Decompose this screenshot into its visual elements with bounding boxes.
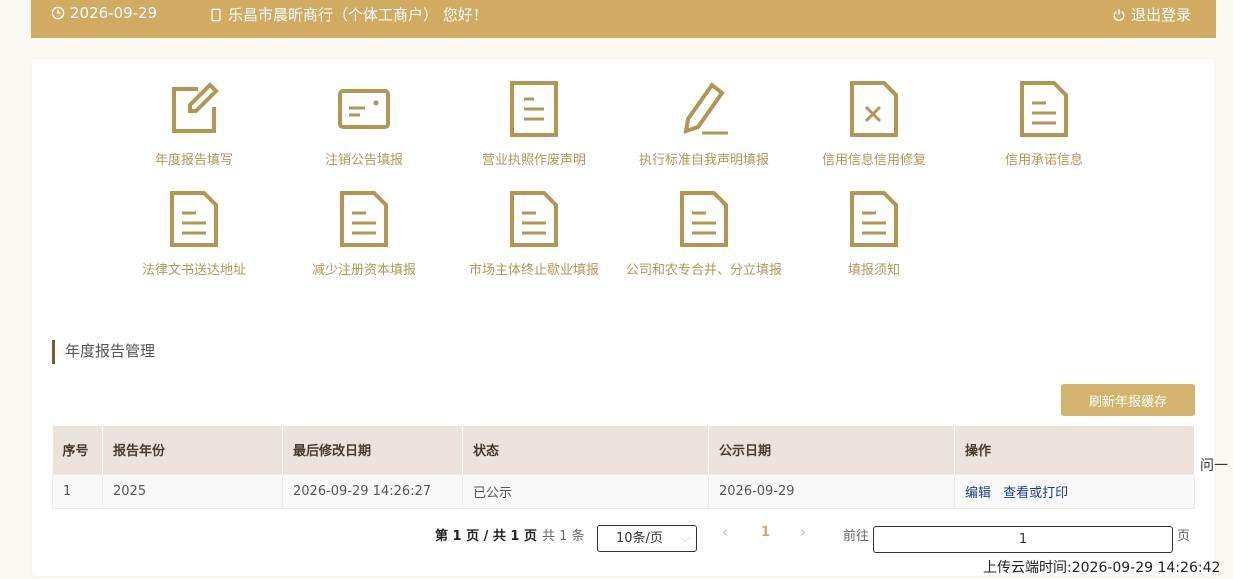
current-page[interactable]: 1 [761,525,770,540]
section-title: 年度报告管理 [52,340,155,364]
menu-label: 公司和农专合并、分立填报 [625,263,782,278]
menu-credit-repair[interactable]: 信用信息信用修复 [789,81,959,168]
menu-label: 市场主体终止歇业填报 [468,263,599,278]
goto-label: 前往 [843,529,870,544]
document-icon [340,191,388,247]
date-display: 2026-09-29 [51,4,157,22]
report-table: 序号 报告年份 最后修改日期 状态 公示日期 操作 1 2025 2026-09… [52,426,1195,509]
menu-label: 营业执照作废声明 [481,153,586,168]
view-print-link[interactable]: 查看或打印 [1003,486,1068,501]
refresh-cache-button[interactable]: 刷新年报缓存 [1061,384,1195,416]
menu-label: 减少注册资本填报 [311,263,416,278]
menu-label: 年度报告填写 [154,153,233,168]
menu-termination[interactable]: 市场主体终止歇业填报 [449,191,619,278]
greeting: 乐昌市晨昕商行（个体工商户） 您好！ [209,4,488,25]
cell-actions: 编辑 查看或打印 [954,473,1195,509]
pencil-icon [683,82,728,135]
cell-status: 已公示 [462,473,709,509]
page-size-value: 10条/页 [616,531,663,546]
document-icon [510,191,558,247]
document-icon [170,191,218,247]
menu-label: 信用信息信用修复 [821,153,926,168]
menu-capital-reduction[interactable]: 减少注册资本填报 [279,191,449,278]
page-suffix: 页 [1177,529,1191,544]
col-header: 公示日期 [708,426,955,474]
goto-page-input[interactable]: 1 [873,526,1173,553]
menu-annual-report[interactable]: 年度报告填写 [109,81,279,168]
menu-label: 执行标准自我声明填报 [638,153,769,168]
page-size-select[interactable]: 10条/页 ⌵ [597,525,697,552]
cell-public-date: 2026-09-29 [708,473,955,509]
menu-cancel-notice[interactable]: 注销公告填报 [279,81,449,168]
menu-license-void[interactable]: 营业执照作废声明 [449,81,619,168]
col-header: 操作 [954,426,1195,474]
document-icon [850,191,898,247]
menu-label: 注销公告填报 [324,153,403,168]
phone-icon [211,8,221,21]
menu-legal-address[interactable]: 法律文书送达地址 [109,191,279,278]
menu-merger[interactable]: 公司和农专合并、分立填报 [619,191,789,278]
cell-year: 2025 [102,473,283,509]
edit-link[interactable]: 编辑 [965,486,991,501]
document-x-icon [850,81,898,137]
page-info: 第 1 页 / 共 1 页 [435,529,537,544]
table-header-row: 序号 报告年份 最后修改日期 状态 公示日期 操作 [52,426,1195,474]
top-bar: 2026-09-29 乐昌市晨昕商行（个体工商户） 您好！ 退出登录 [31,0,1216,38]
prev-page-icon[interactable]: ‹ [722,523,728,541]
greeting-text: 乐昌市晨昕商行（个体工商户） 您好！ [228,6,488,24]
next-page-icon[interactable]: › [800,523,806,541]
main-panel: 年度报告填写 注销公告填报 营业执照作废声明 执行标准自我声明填报 信用信息信用… [32,59,1215,576]
document-icon [680,191,728,247]
col-header: 最后修改日期 [282,426,463,474]
table-row: 1 2025 2026-09-29 14:26:27 已公示 2026-09-2… [52,473,1195,509]
col-header: 报告年份 [102,426,283,474]
total-count: 共 1 条 [542,529,585,544]
menu-filing-notes[interactable]: 填报须知 [789,191,959,278]
menu-label: 填报须知 [847,263,900,278]
menu-label: 信用承诺信息 [1004,153,1083,168]
power-icon [1113,8,1125,21]
col-header: 序号 [52,426,103,474]
cell-modified: 2026-09-29 14:26:27 [282,473,463,509]
date-text: 2026-09-29 [70,4,158,22]
menu-credit-commitment[interactable]: 信用承诺信息 [959,81,1129,168]
logout-button[interactable]: 退出登录 [1112,4,1191,25]
cell-no: 1 [52,473,103,509]
clock-icon [51,6,65,20]
upload-time: 上传云端时间:2026-09-29 14:26:42 [983,560,1221,576]
menu-standard-declaration[interactable]: 执行标准自我声明填报 [619,81,789,168]
col-header: 状态 [462,426,709,474]
document-icon [1020,81,1068,137]
document-icon [510,81,558,137]
id-card-icon [338,89,390,129]
logout-label: 退出登录 [1131,6,1192,24]
menu-label: 法律文书送达地址 [141,263,246,278]
chevron-down-icon: ⌵ [680,531,690,546]
edit-icon [172,82,219,133]
side-help-text[interactable]: 问一 [1200,455,1228,475]
